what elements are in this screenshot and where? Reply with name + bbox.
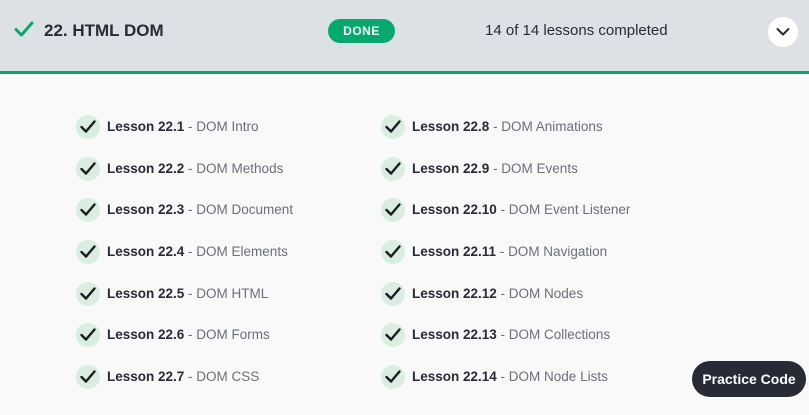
lesson-separator: - <box>496 368 509 384</box>
lesson-separator: - <box>184 243 197 259</box>
lesson-separator: - <box>184 368 197 384</box>
status-badge: DONE <box>328 19 395 43</box>
practice-code-button[interactable]: Practice Code <box>692 361 806 397</box>
lesson-name: DOM Intro <box>196 119 259 134</box>
lesson-separator: - <box>184 327 197 343</box>
lesson-number: Lesson 22.8 <box>412 119 490 134</box>
lesson-number: Lesson 22.12 <box>412 285 497 301</box>
lesson-name: DOM Elements <box>196 243 288 259</box>
lesson-number: Lesson 22.7 <box>107 368 185 384</box>
check-icon <box>76 323 100 348</box>
lesson-name: DOM Node Lists <box>508 368 608 384</box>
check-icon <box>76 156 100 181</box>
check-icon <box>381 239 405 264</box>
chevron-down-icon <box>776 28 790 36</box>
lesson-separator: - <box>184 202 197 218</box>
lesson-number: Lesson 22.10 <box>412 202 497 218</box>
lesson-name: DOM Document <box>196 202 294 218</box>
progress-text: 14 of 14 lessons completed <box>485 22 668 39</box>
lesson-number: Lesson 22.9 <box>412 160 490 176</box>
check-icon <box>14 21 34 37</box>
check-icon <box>381 115 405 139</box>
lesson-number: Lesson 22.13 <box>412 327 497 343</box>
lesson-name: DOM Nodes <box>508 285 584 301</box>
lesson-separator: - <box>489 119 502 134</box>
lesson-separator: - <box>489 160 502 176</box>
lesson-number: Lesson 22.2 <box>107 160 185 176</box>
expand-button[interactable] <box>768 17 798 47</box>
check-icon <box>381 156 405 181</box>
lesson-separator: - <box>184 160 197 176</box>
lesson-number: Lesson 22.1 <box>107 119 185 134</box>
lesson-name: DOM Forms <box>196 327 270 343</box>
lesson-name: DOM Events <box>501 160 578 176</box>
check-icon <box>76 115 100 139</box>
lesson-name: DOM Methods <box>196 160 284 176</box>
module-title: 22. HTML DOM <box>44 21 164 40</box>
check-icon <box>76 281 100 306</box>
check-icon <box>381 364 405 389</box>
check-icon <box>76 198 100 223</box>
lesson-number: Lesson 22.11 <box>412 243 497 259</box>
module-header[interactable]: 22. HTML DOM DONE 14 of 14 lessons compl… <box>0 0 809 74</box>
check-icon <box>76 239 100 264</box>
lesson-name: DOM Animations <box>501 119 603 134</box>
lesson-separator: - <box>496 285 509 301</box>
check-icon <box>381 281 405 306</box>
lesson-separator: - <box>496 243 509 259</box>
lesson-name: DOM Navigation <box>508 243 608 259</box>
check-icon <box>76 364 100 389</box>
lesson-separator: - <box>184 285 197 301</box>
lesson-number: Lesson 22.4 <box>107 243 185 259</box>
lesson-name: DOM Event Listener <box>508 202 631 218</box>
check-icon <box>381 198 405 223</box>
lesson-number: Lesson 22.14 <box>412 368 497 384</box>
lesson-separator: - <box>496 327 509 343</box>
lesson-separator: - <box>184 119 197 134</box>
lesson-name: DOM HTML <box>196 285 269 301</box>
lesson-number: Lesson 22.3 <box>107 202 185 218</box>
lesson-separator: - <box>496 202 509 218</box>
check-icon <box>381 323 405 348</box>
lesson-name: DOM Collections <box>508 327 611 343</box>
lesson-number: Lesson 22.6 <box>107 327 185 343</box>
lesson-name: DOM CSS <box>196 368 260 384</box>
lesson-number: Lesson 22.5 <box>107 285 185 301</box>
